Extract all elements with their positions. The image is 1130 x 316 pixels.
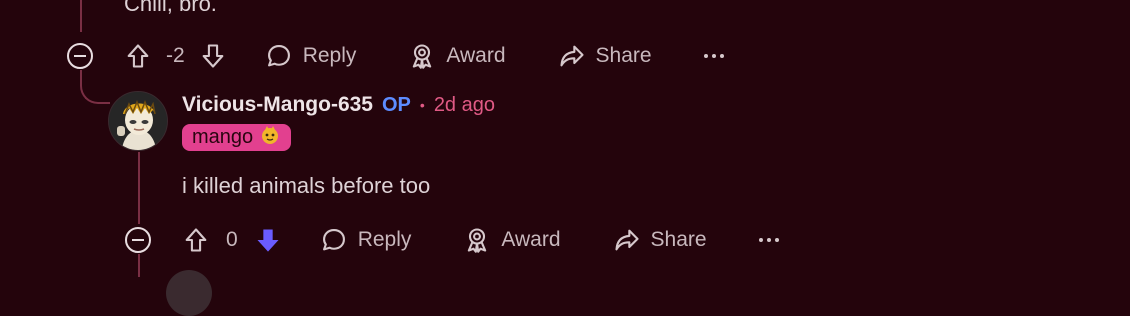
- reply-icon: [320, 226, 348, 254]
- share-button[interactable]: Share: [558, 42, 652, 70]
- reply-button[interactable]: Reply: [320, 226, 412, 254]
- thread-line-curve: [80, 70, 110, 104]
- mango-emoji-icon: [259, 124, 281, 152]
- award-label: Award: [501, 228, 561, 251]
- more-options-button[interactable]: [703, 54, 724, 58]
- previous-comment-text: Chill, bro.: [124, 0, 217, 16]
- user-flair: mango: [182, 124, 292, 152]
- reply-label: Reply: [357, 228, 412, 251]
- more-dot-icon: [758, 238, 763, 242]
- comment-timestamp[interactable]: 2d ago: [434, 94, 495, 117]
- more-options-button[interactable]: [758, 238, 779, 242]
- upvote-icon[interactable]: [182, 226, 210, 254]
- op-badge: OP: [382, 93, 411, 116]
- collapse-thread-button[interactable]: [125, 227, 151, 253]
- award-icon: [463, 226, 491, 254]
- previous-comment-actions: -2 Reply Award Share: [124, 36, 724, 76]
- score-count: 0: [226, 228, 238, 251]
- share-label: Share: [650, 228, 707, 251]
- downvote-icon[interactable]: [199, 42, 227, 70]
- share-icon: [558, 42, 586, 70]
- thread-line-child: [138, 152, 140, 224]
- award-button[interactable]: Award: [408, 42, 506, 70]
- share-label: Share: [595, 44, 652, 67]
- more-dot-icon: [719, 54, 724, 58]
- more-dot-icon: [711, 54, 716, 58]
- upvote-icon[interactable]: [124, 42, 152, 70]
- more-dot-icon: [774, 238, 779, 242]
- award-icon: [408, 42, 436, 70]
- reply-button[interactable]: Reply: [265, 42, 357, 70]
- avatar[interactable]: [108, 91, 168, 151]
- comment-actions: 0 Reply Award Share: [182, 220, 779, 260]
- award-button[interactable]: Award: [463, 226, 561, 254]
- comment-body: i killed animals before too: [182, 173, 431, 198]
- thread-line-parent: [80, 0, 82, 32]
- separator-dot: •: [419, 97, 425, 113]
- award-label: Award: [446, 44, 506, 67]
- more-dot-icon: [703, 54, 708, 58]
- downvote-active-icon[interactable]: [254, 226, 282, 254]
- comment-header: Vicious-Mango-635 OP • 2d ago: [182, 92, 495, 118]
- reply-icon: [265, 42, 293, 70]
- flair-label: mango: [192, 126, 254, 148]
- collapse-thread-button[interactable]: [67, 43, 93, 69]
- share-icon: [613, 226, 641, 254]
- more-dot-icon: [766, 238, 771, 242]
- share-button[interactable]: Share: [613, 226, 707, 254]
- reply-label: Reply: [302, 44, 357, 67]
- score-count: -2: [166, 44, 185, 67]
- thread-line-bottom: [138, 254, 140, 277]
- username-link[interactable]: Vicious-Mango-635: [182, 93, 373, 117]
